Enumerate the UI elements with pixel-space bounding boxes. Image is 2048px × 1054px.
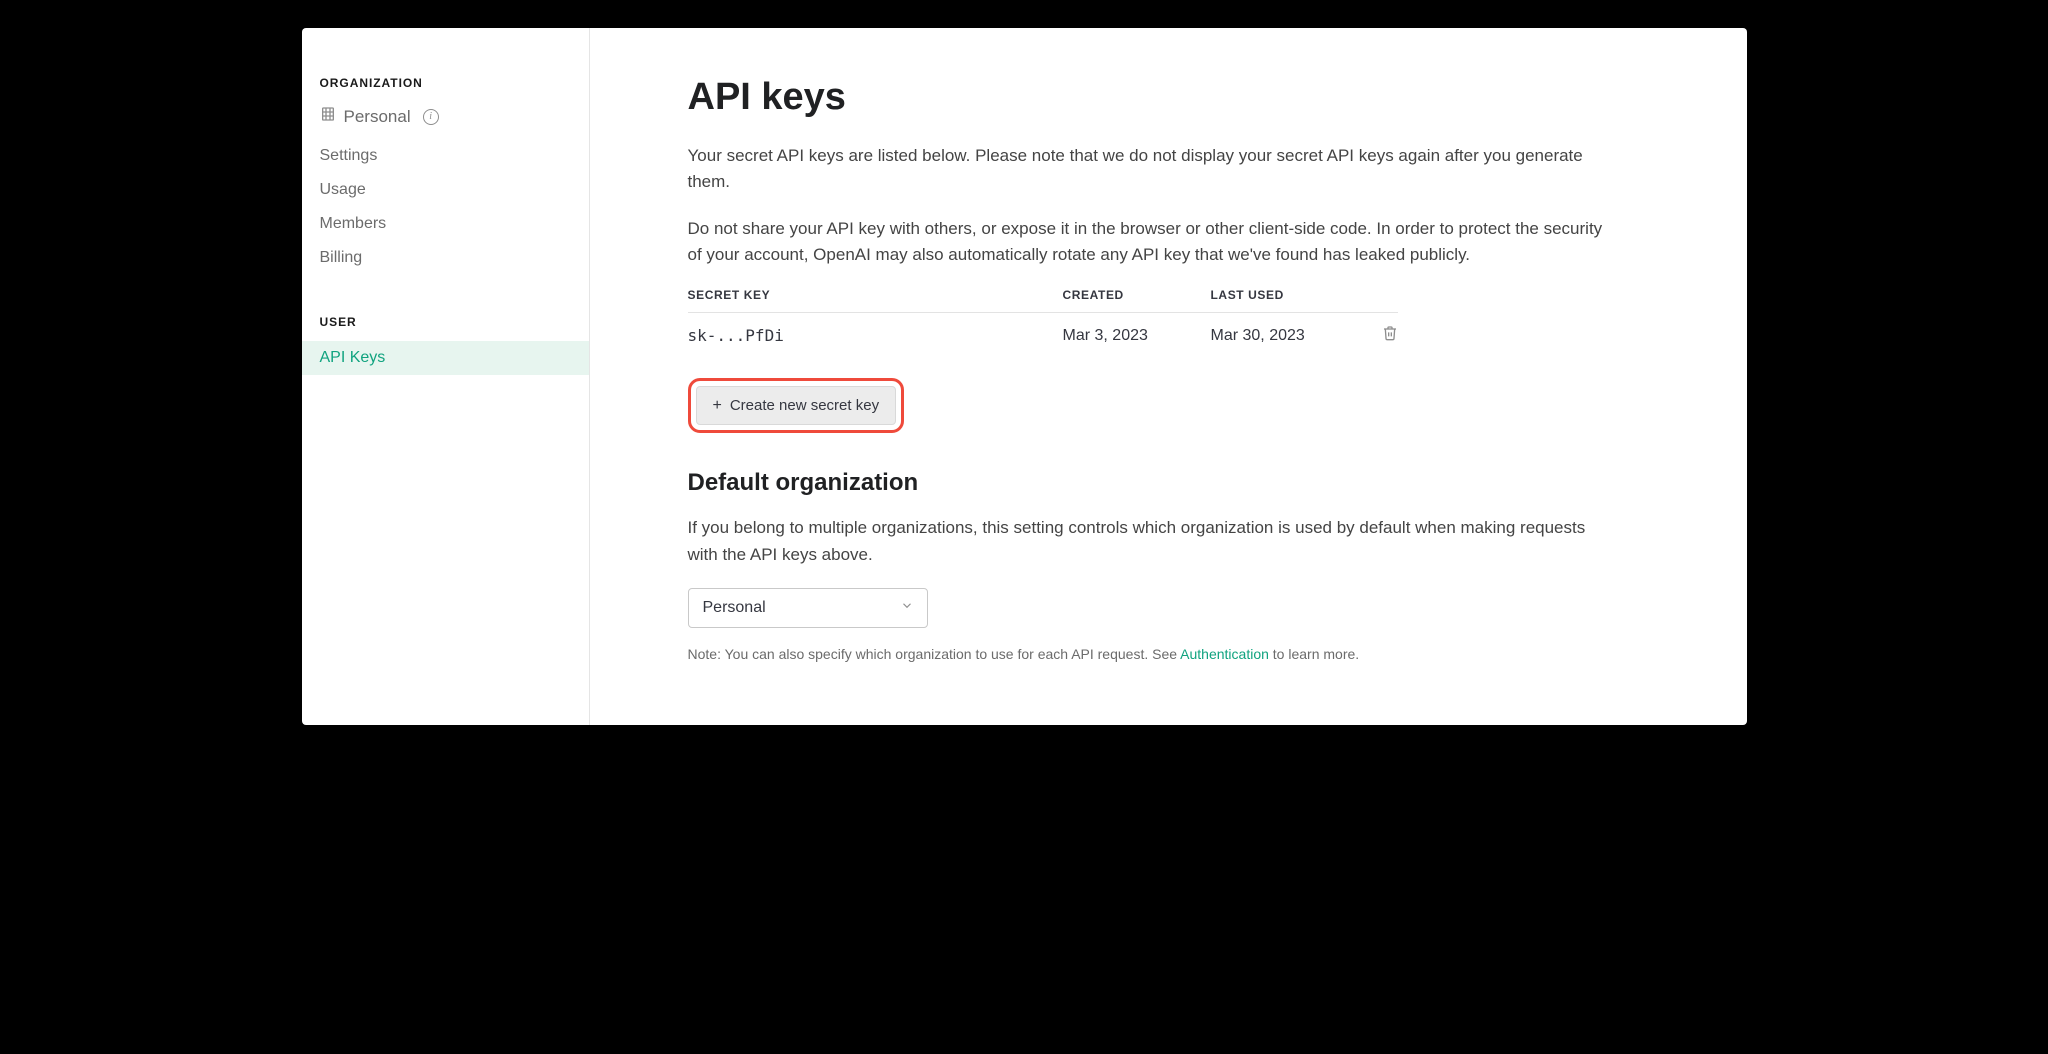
trash-icon: [1382, 325, 1398, 341]
header-created: CREATED: [1063, 288, 1211, 302]
sidebar-item-label: Usage: [320, 181, 366, 199]
sidebar-item-billing[interactable]: Billing: [302, 241, 589, 275]
sidebar-item-label: Settings: [320, 147, 378, 165]
delete-key-button[interactable]: [1382, 325, 1398, 346]
sidebar-item-settings[interactable]: Settings: [302, 139, 589, 173]
sidebar-item-label: Personal: [344, 107, 411, 127]
building-icon: [320, 106, 336, 127]
page-title: API keys: [688, 76, 1687, 119]
sidebar: ORGANIZATION Personal i Settings Usage M…: [302, 28, 590, 725]
sidebar-header-organization: ORGANIZATION: [302, 76, 589, 102]
select-value: Personal: [703, 599, 766, 617]
cell-created: Mar 3, 2023: [1063, 327, 1211, 345]
default-org-select[interactable]: Personal: [688, 588, 928, 628]
plus-icon: +: [713, 398, 722, 414]
default-org-desc: If you belong to multiple organizations,…: [688, 515, 1608, 568]
intro-paragraph-2: Do not share your API key with others, o…: [688, 216, 1608, 269]
sidebar-item-personal[interactable]: Personal i: [302, 102, 589, 139]
header-last-used: LAST USED: [1211, 288, 1371, 302]
table-header: SECRET KEY CREATED LAST USED: [688, 288, 1398, 313]
create-key-highlight: + Create new secret key: [688, 378, 905, 433]
sidebar-item-members[interactable]: Members: [302, 207, 589, 241]
cell-actions: [1371, 325, 1398, 346]
create-button-label: Create new secret key: [730, 397, 879, 414]
sidebar-header-user: USER: [302, 315, 589, 341]
header-secret-key: SECRET KEY: [688, 288, 1063, 302]
info-icon[interactable]: i: [423, 109, 439, 125]
intro-paragraph-1: Your secret API keys are listed below. P…: [688, 143, 1608, 196]
select-field: Personal: [688, 588, 928, 628]
main-content: API keys Your secret API keys are listed…: [590, 28, 1747, 725]
sidebar-item-label: Billing: [320, 249, 363, 267]
note-suffix: to learn more.: [1269, 646, 1359, 662]
sidebar-item-label: Members: [320, 215, 387, 233]
cell-last-used: Mar 30, 2023: [1211, 327, 1371, 345]
default-org-note: Note: You can also specify which organiz…: [688, 646, 1687, 662]
note-prefix: Note: You can also specify which organiz…: [688, 646, 1181, 662]
sidebar-item-label: API Keys: [320, 349, 386, 367]
table-row: sk-...PfDi Mar 3, 2023 Mar 30, 2023: [688, 313, 1398, 358]
sidebar-section-organization: ORGANIZATION Personal i Settings Usage M…: [302, 76, 589, 275]
app-window: ORGANIZATION Personal i Settings Usage M…: [302, 28, 1747, 725]
api-keys-table: SECRET KEY CREATED LAST USED sk-...PfDi …: [688, 288, 1398, 358]
authentication-link[interactable]: Authentication: [1180, 646, 1269, 662]
sidebar-section-user: USER API Keys: [302, 315, 589, 375]
sidebar-item-api-keys[interactable]: API Keys: [302, 341, 589, 375]
sidebar-item-usage[interactable]: Usage: [302, 173, 589, 207]
create-secret-key-button[interactable]: + Create new secret key: [696, 386, 897, 425]
cell-secret-key: sk-...PfDi: [688, 326, 1063, 345]
default-org-title: Default organization: [688, 469, 1687, 497]
